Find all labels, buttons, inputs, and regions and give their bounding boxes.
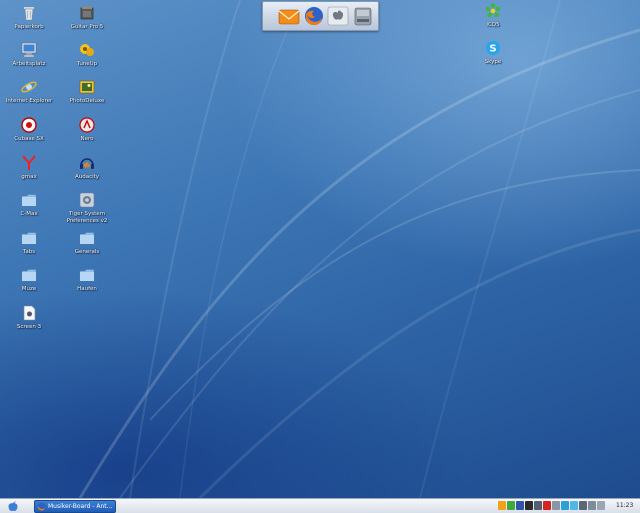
desktop-icon-label: PhotoDeluxe	[69, 98, 105, 104]
desktop-icon-c-max[interactable]: C-Max	[0, 191, 58, 218]
desktop-icon-label: Skype	[484, 59, 502, 65]
taskbar-window-button[interactable]: Musiker-Board - Ant...	[34, 500, 116, 513]
desktop-icon-photodeluxe[interactable]: PhotoDeluxe	[58, 78, 116, 105]
folder-icon	[21, 232, 37, 245]
desktop-icon-gmax[interactable]: gmax	[0, 154, 58, 181]
desktop-icon-tuneup[interactable]: TuneUp	[58, 41, 116, 68]
svg-text:S: S	[489, 44, 496, 55]
image-file-icon	[23, 305, 36, 321]
desktop-icon-label: Guitar Pro 5	[70, 24, 104, 30]
tray-warning-icon[interactable]	[498, 501, 506, 510]
cubase-icon	[21, 117, 37, 133]
desktop-icon-label: Internet Explorer	[5, 98, 53, 104]
desktop-icon-generals[interactable]: Generals	[58, 229, 116, 256]
desktop-icon-cubase-sx[interactable]: Cubase SX	[0, 116, 58, 143]
desktop-icon-label: Nero	[80, 136, 94, 142]
folder-icon	[79, 232, 95, 245]
desktop-icon-label: C-Max	[20, 211, 38, 217]
mail-icon[interactable]	[278, 4, 300, 28]
desktop-icon-label: Tabs	[22, 249, 36, 255]
desktop-icon-label: Cubase SX	[14, 136, 44, 142]
desktop-icon-label: Haufen	[77, 286, 97, 292]
tray-antivirus-icon[interactable]	[561, 501, 569, 510]
tuneup-icon	[80, 44, 94, 56]
desktop-icon-label: Audacity	[74, 174, 100, 180]
icq-icon	[485, 3, 501, 18]
desktop-icon-arbeitsplatz[interactable]: Arbeitsplatz	[0, 41, 58, 68]
desktop-icon-tabs[interactable]: Tabs	[0, 229, 58, 256]
desktop-icon-label: Tiger System Preferences v2	[66, 211, 108, 224]
dock	[262, 1, 379, 31]
desktop-icon-nero[interactable]: Nero	[58, 116, 116, 143]
desktop-icon-haufen[interactable]: Haufen	[58, 266, 116, 293]
desktop-icon-label: Generals	[74, 249, 100, 255]
apple-icon[interactable]	[4, 500, 22, 512]
taskbar-clock[interactable]: 11:23	[616, 500, 633, 511]
photodeluxe-icon	[79, 80, 95, 94]
tray-network-icon[interactable]	[507, 501, 515, 510]
tray-keyboard-icon[interactable]	[597, 501, 605, 510]
tray-app-icon[interactable]	[525, 501, 533, 510]
desktop-icon-label: Papierkorb	[14, 24, 44, 30]
tray-update-icon[interactable]	[570, 501, 578, 510]
desktop-icon-label: TuneUp	[76, 61, 98, 67]
folder-icon	[21, 194, 37, 207]
folder-icon	[79, 269, 95, 282]
tray-zonealarm-icon[interactable]	[516, 501, 524, 510]
tray-volume-icon[interactable]	[588, 501, 596, 510]
desktop-icon-tiger-system-preferences[interactable]: Tiger System Preferences v2	[58, 191, 116, 224]
skype-icon: S	[486, 41, 500, 55]
gmax-icon	[22, 155, 36, 170]
firefox-icon	[37, 502, 46, 511]
desktop-icon-guitar-pro-5[interactable]: Guitar Pro 5	[58, 4, 116, 31]
hard-drive-icon[interactable]	[352, 4, 374, 28]
taskbar: Musiker-Board - Ant... 11:23	[0, 498, 640, 513]
finder-icon[interactable]	[327, 4, 349, 28]
trash-icon	[24, 7, 34, 21]
desktop-icon-icq5[interactable]: ICQ5	[464, 2, 522, 29]
guitar-pro-icon	[80, 6, 94, 20]
system-preferences-icon	[79, 192, 95, 208]
desktop-icon-skype[interactable]: S Skype	[464, 39, 522, 66]
desktop-icon-screen-3[interactable]: Screen 3	[0, 304, 58, 331]
nero-icon	[79, 117, 95, 133]
computer-icon	[21, 42, 37, 58]
desktop-icon-label: ICQ5	[486, 22, 500, 28]
firefox-icon[interactable]	[303, 4, 325, 28]
tray-phone-icon[interactable]	[579, 501, 587, 510]
desktop-icon-internet-explorer[interactable]: Internet Explorer	[0, 78, 58, 105]
desktop-icon-papierkorb[interactable]: Papierkorb	[0, 4, 58, 31]
internet-explorer-icon	[21, 81, 37, 93]
tray-close-icon[interactable]	[543, 501, 551, 510]
desktop-icon-label: Muze	[21, 286, 37, 292]
desktop-icon-label: Arbeitsplatz	[12, 61, 46, 67]
desktop-icon-muze[interactable]: Muze	[0, 266, 58, 293]
taskbar-window-label: Musiker-Board - Ant...	[48, 503, 113, 510]
desktop-icon-label: gmax	[21, 174, 37, 180]
tray-display-icon[interactable]	[534, 501, 542, 510]
desktop-icon-audacity[interactable]: Audacity	[58, 154, 116, 181]
folder-icon	[21, 269, 37, 282]
audacity-icon	[80, 158, 94, 169]
desktop-icon-label: Screen 3	[16, 324, 42, 330]
tray-speaker-icon[interactable]	[552, 501, 560, 510]
